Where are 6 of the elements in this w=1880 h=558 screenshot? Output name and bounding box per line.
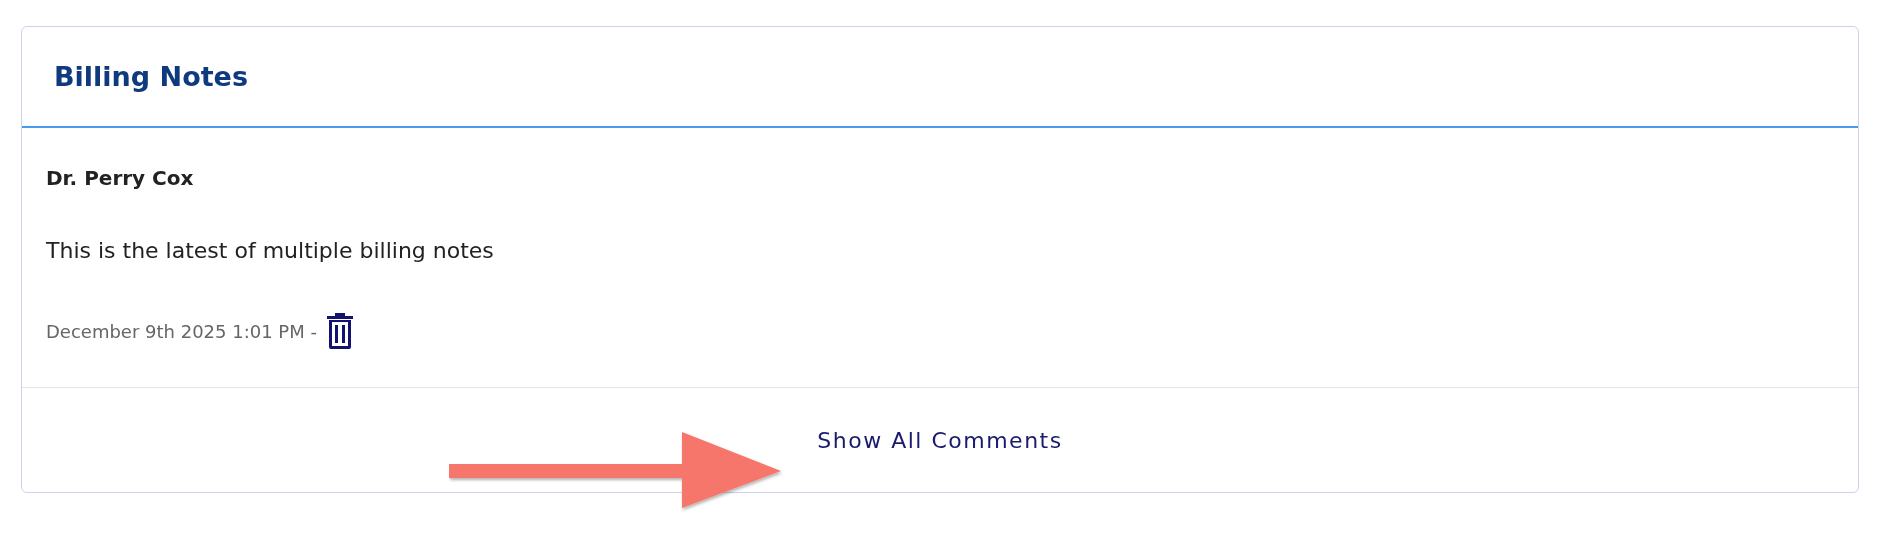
- author-name: Dr. Perry Cox: [46, 166, 194, 190]
- card-title: Billing Notes: [54, 61, 248, 92]
- note-timestamp: December 9th 2025 1:01 PM -: [46, 320, 317, 342]
- trash-icon[interactable]: [327, 313, 353, 349]
- note-text: This is the latest of multiple billing notes: [46, 238, 494, 263]
- show-all-comments-link[interactable]: Show All Comments: [817, 427, 1063, 453]
